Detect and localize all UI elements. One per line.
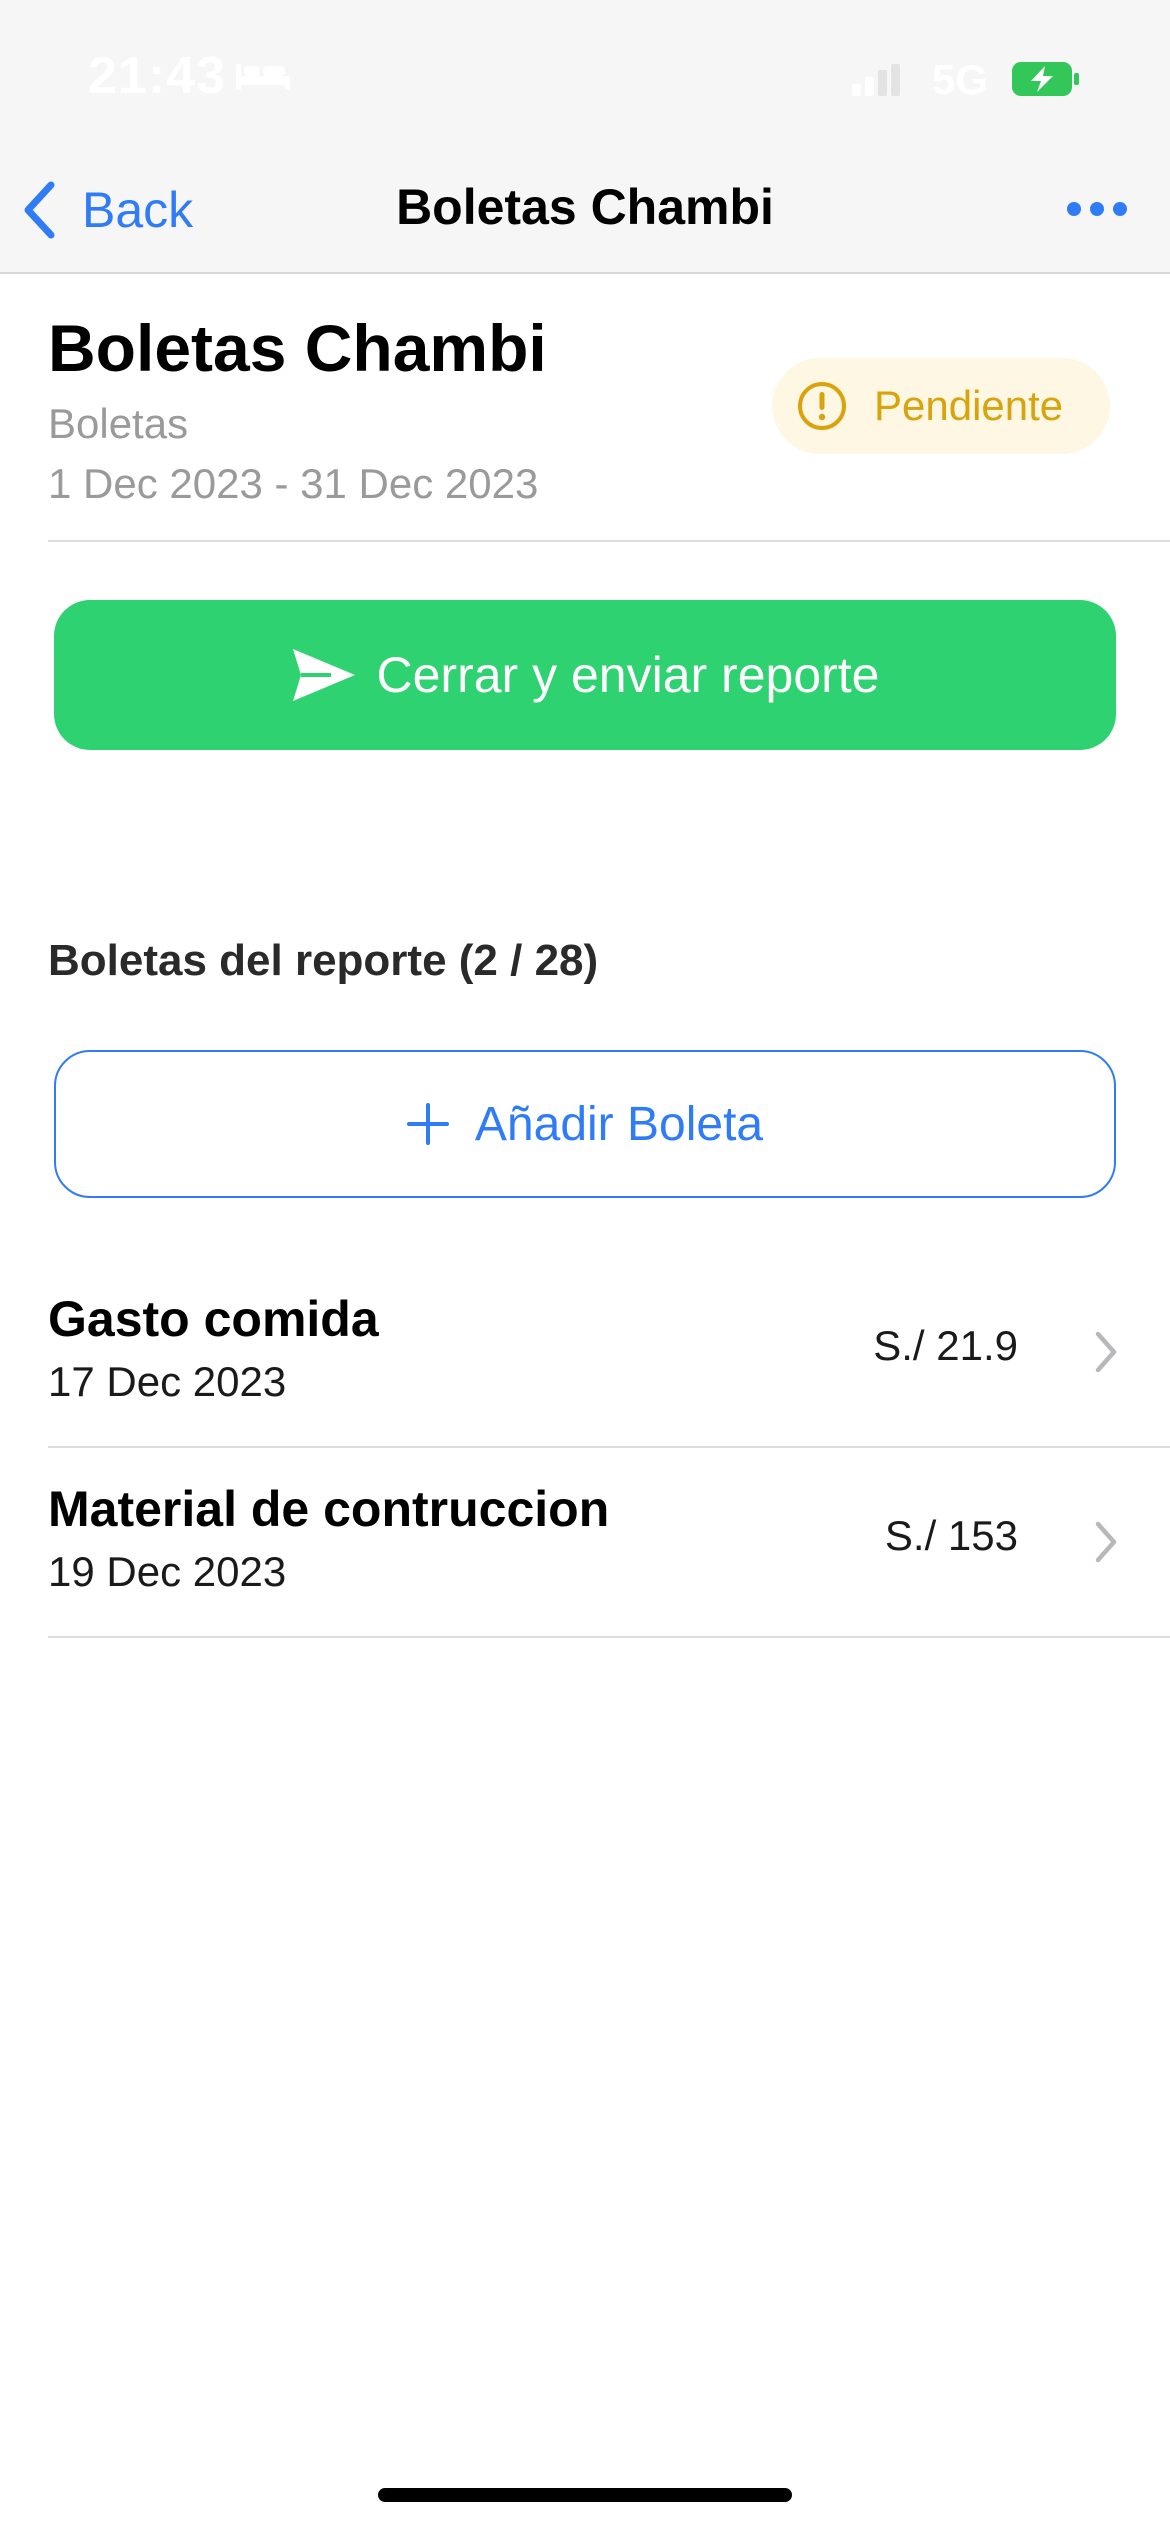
chevron-right-icon [1094,1520,1118,1569]
list-item[interactable]: Gasto comida 17 Dec 2023 S./ 21.9 [48,1258,1170,1448]
status-badge: Pendiente [772,358,1110,454]
signal-icon [852,64,900,101]
ellipsis-icon [1067,202,1127,216]
home-indicator[interactable] [378,2488,792,2502]
status-label: Pendiente [874,382,1064,429]
exclamation-circle-icon [798,382,846,430]
send-report-button[interactable]: Cerrar y enviar reporte [54,600,1116,750]
plus-icon [406,1103,449,1145]
list-item[interactable]: Material de contruccion 19 Dec 2023 S./ … [48,1448,1170,1638]
report-date-range: 1 Dec 2023 - 31 Dec 2023 [48,460,539,507]
chevron-right-icon [1094,1330,1118,1379]
item-amount: S./ 21.9 [873,1322,1018,1369]
item-date: 19 Dec 2023 [48,1548,287,1595]
paper-plane-icon [292,649,355,701]
network-label: 5G [932,56,989,103]
section-title: Boletas del reporte (2 / 28) [48,936,599,985]
item-date: 17 Dec 2023 [48,1358,287,1405]
item-title: Material de contruccion [48,1481,610,1537]
status-time: 21:43 [88,47,226,105]
report-category: Boletas [48,400,189,447]
status-bar: 21:43 5G [0,0,1170,150]
bed-icon [236,58,290,97]
add-receipt-label: Añadir Boleta [474,1097,764,1151]
receipt-list: Gasto comida 17 Dec 2023 S./ 21.9 Materi… [48,1258,1170,1638]
add-receipt-button[interactable]: Añadir Boleta [54,1050,1116,1198]
more-button[interactable] [1066,200,1128,223]
battery-charging-icon [1012,62,1080,101]
item-title: Gasto comida [48,1291,379,1347]
item-amount: S./ 153 [884,1512,1018,1559]
report-header: Boletas Chambi Boletas 1 Dec 2023 - 31 D… [48,272,1170,542]
send-report-label: Cerrar y enviar reporte [376,647,880,703]
report-title: Boletas Chambi [48,311,547,385]
nav-title: Boletas Chambi [396,179,774,235]
nav-bar: Back Boletas Chambi [0,150,1170,274]
